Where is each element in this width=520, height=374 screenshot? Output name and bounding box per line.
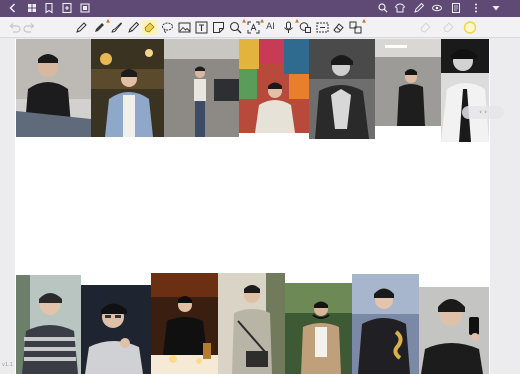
document-icon[interactable] [450,2,462,14]
shapes-icon[interactable] [298,20,313,35]
add-page-icon[interactable] [61,2,73,14]
version-label: v1.1 [2,362,13,368]
back-chevron-icon[interactable] [7,2,19,14]
link-icon[interactable]: ▲ [348,18,366,35]
photo-man-candlelit-dinner[interactable] [151,273,218,374]
bookmark-icon[interactable] [43,2,55,14]
ocr-icon[interactable]: ▲ [246,18,264,35]
photo-man-black-shirt-sitting[interactable] [16,39,91,137]
theme-icon[interactable] [394,2,406,14]
pen-edit-icon[interactable] [413,2,425,14]
top-app-bar [0,0,520,17]
more-icon[interactable] [470,2,482,14]
redo-icon[interactable] [22,20,37,35]
photo-man-headphones-forest[interactable] [285,283,352,374]
sub-tool-two-icon[interactable] [441,20,456,35]
image-icon[interactable] [177,20,192,35]
search-icon[interactable] [377,2,389,14]
grid-view-icon[interactable] [26,2,38,14]
note-page[interactable] [15,39,490,374]
microphone-icon[interactable]: ▲ [281,18,299,35]
eraser-icon[interactable] [331,20,346,35]
dropdown-icon[interactable] [490,2,502,14]
zoom-search-icon[interactable]: ▲ [228,18,246,35]
photo-man-colorful-poster-wall[interactable] [239,39,309,133]
screen-capture-icon[interactable] [315,20,330,35]
text-box-icon[interactable] [194,20,209,35]
sticker-icon[interactable] [211,20,226,35]
photo-man-bw-white-shirt-tie[interactable] [441,39,489,142]
brush-icon[interactable] [109,20,124,35]
photo-man-holding-phone-mirror[interactable] [419,287,489,374]
highlighter-icon[interactable] [142,20,157,35]
page-navigator[interactable]: ‹ › [462,106,504,119]
view-icon[interactable] [431,2,443,14]
ai-assistant-icon[interactable]: AI [263,20,278,35]
pencil-icon[interactable] [126,20,141,35]
note-canvas[interactable]: ‹ › [0,39,520,374]
photo-man-black-and-white-close[interactable] [309,39,375,139]
lasso-icon[interactable] [160,20,175,35]
photo-man-outdoor-sunlight-bag[interactable] [218,273,285,374]
photo-man-dark-glasses-portrait[interactable] [81,285,151,374]
sub-tool-one-icon[interactable] [418,20,433,35]
export-icon[interactable] [79,2,91,14]
photo-man-striped-sweater[interactable] [16,275,81,374]
photo-man-night-street-blue-shirt[interactable] [91,39,164,137]
fountain-pen-icon[interactable] [74,20,89,35]
photo-man-parking-garage-white-tee[interactable] [164,39,239,137]
undo-icon[interactable] [7,20,22,35]
photo-man-black-sweater-bridge[interactable] [352,274,419,374]
photo-man-garage-leather-jacket[interactable] [375,39,441,126]
tool-badge-icon: ▲ [362,18,366,24]
ballpoint-pen-icon[interactable]: ▲ [92,18,110,35]
drawing-toolbar: ▲ ▲ ▲ AI ▲ ▲ [0,17,520,38]
highlight-color-swatch-icon[interactable] [463,20,478,35]
